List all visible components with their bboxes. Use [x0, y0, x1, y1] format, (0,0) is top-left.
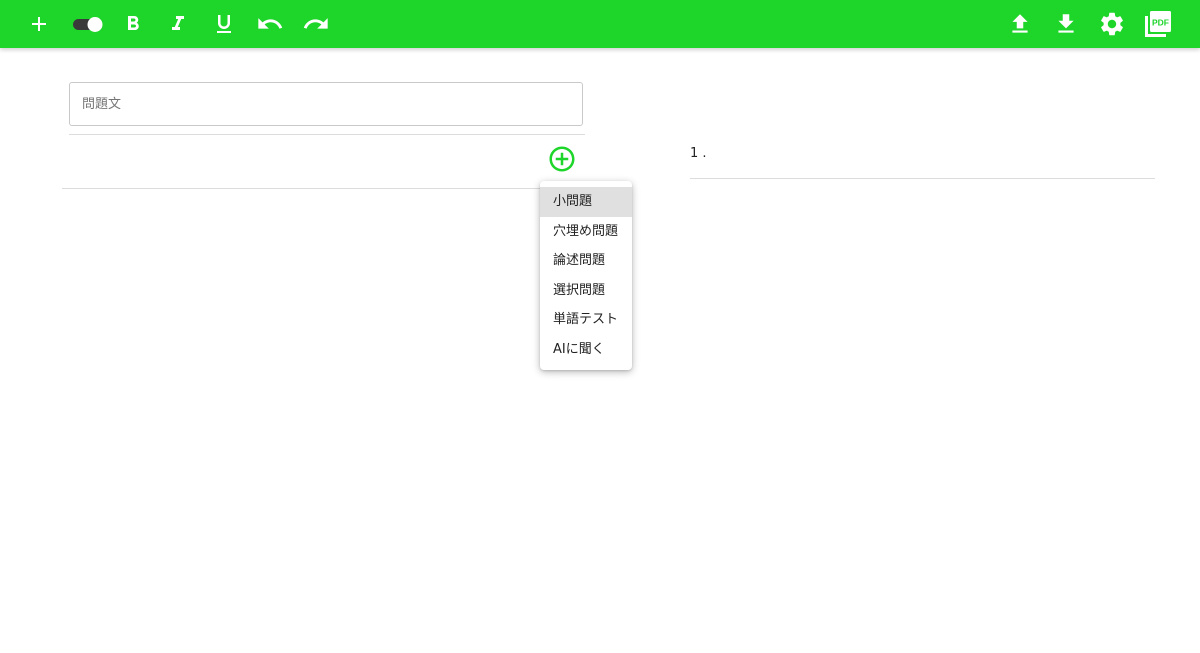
undo-icon	[258, 18, 283, 29]
upload-button[interactable]	[1000, 4, 1040, 44]
preview-item-number: 1 .	[690, 146, 707, 161]
menu-item-vocabulary-test[interactable]: 単語テスト	[540, 305, 632, 335]
pdf-icon-label: PDF	[1152, 18, 1169, 28]
bold-icon	[128, 16, 139, 30]
menu-item-essay[interactable]: 論述問題	[540, 246, 632, 276]
italic-button[interactable]	[158, 4, 198, 44]
add-question-button[interactable]	[547, 144, 577, 174]
download-icon	[1058, 14, 1074, 33]
preview-divider	[690, 178, 1155, 179]
menu-item-short-question[interactable]: 小問題	[540, 187, 632, 217]
toggle-switch[interactable]	[68, 4, 108, 44]
plus-icon	[32, 17, 46, 31]
gear-icon	[1101, 12, 1123, 36]
menu-item-multiple-choice[interactable]: 選択問題	[540, 276, 632, 306]
underline-button[interactable]	[204, 4, 244, 44]
toolbar: PDF	[0, 0, 1200, 48]
upload-icon	[1012, 14, 1028, 33]
undo-button[interactable]	[250, 4, 290, 44]
download-button[interactable]	[1046, 4, 1086, 44]
italic-icon	[172, 16, 184, 30]
redo-icon	[303, 18, 328, 29]
menu-item-ask-ai[interactable]: AIに聞く	[540, 335, 632, 365]
add-button[interactable]	[19, 4, 59, 44]
divider	[69, 134, 585, 135]
plus-circle-icon	[549, 146, 575, 172]
settings-button[interactable]	[1092, 4, 1132, 44]
redo-button[interactable]	[296, 4, 336, 44]
question-type-menu: 小問題 穴埋め問題 論述問題 選択問題 単語テスト AIに聞く	[540, 181, 632, 370]
toggle-icon	[73, 17, 103, 32]
underline-icon	[217, 15, 231, 33]
pdf-icon: PDF	[1145, 11, 1171, 37]
divider	[62, 188, 540, 189]
pdf-button[interactable]: PDF	[1138, 4, 1178, 44]
bold-button[interactable]	[113, 4, 153, 44]
menu-item-fill-in-blank[interactable]: 穴埋め問題	[540, 217, 632, 247]
question-text-input[interactable]	[69, 82, 583, 126]
